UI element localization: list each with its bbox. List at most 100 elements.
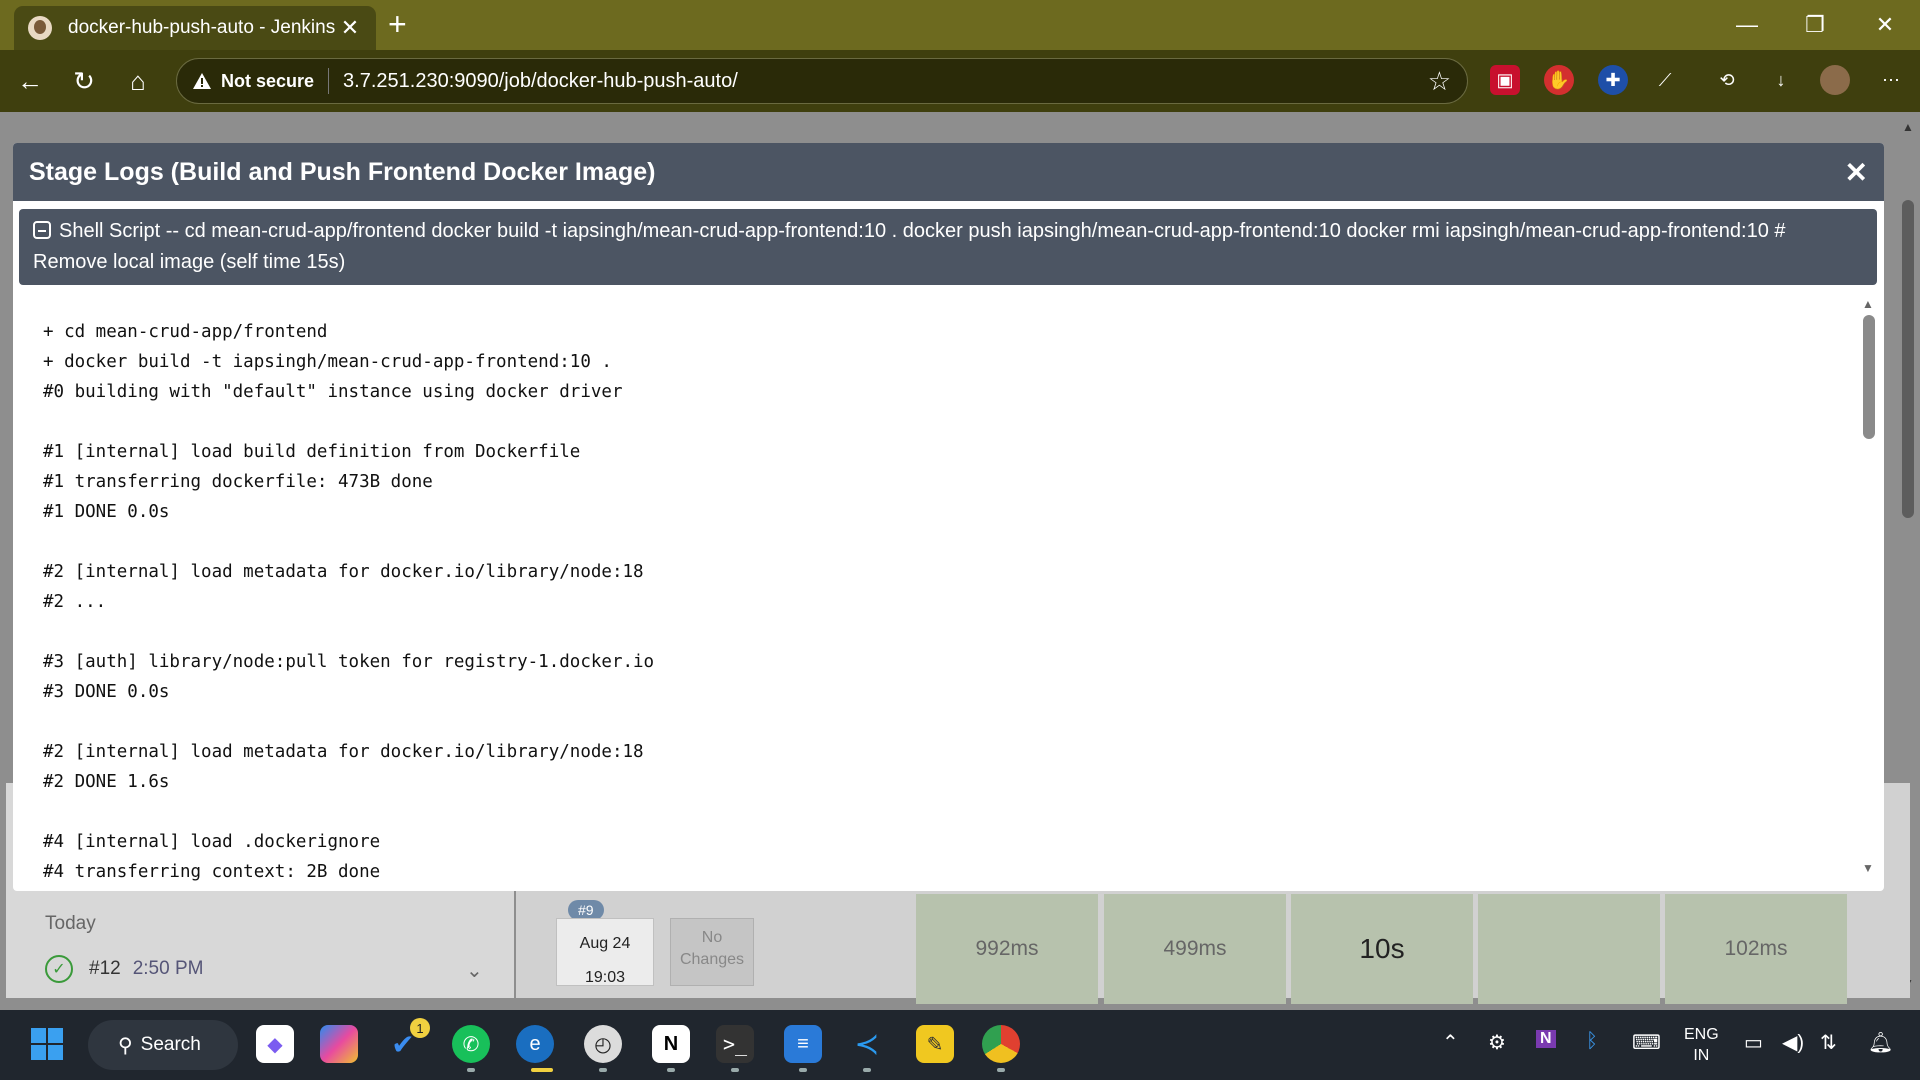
vscode-icon[interactable]: ≺	[848, 1025, 886, 1063]
adblock-extension-icon[interactable]: ✋	[1544, 65, 1574, 95]
edge-browser-icon[interactable]: e	[516, 1025, 554, 1063]
profile-avatar[interactable]	[1820, 65, 1850, 95]
stage-cell[interactable]: 102ms	[1665, 894, 1847, 1004]
jenkins-favicon-icon	[28, 16, 52, 40]
scroll-up-arrow-icon[interactable]: ▲	[1902, 120, 1914, 134]
log-line: #2 DONE 1.6s	[43, 772, 170, 792]
notifications-bell-icon[interactable]: 🔔︎	[1868, 1030, 1893, 1055]
run-badge[interactable]: #9	[568, 900, 604, 920]
stage-cell-active[interactable]: 10s	[1291, 894, 1473, 1004]
stage-logs-modal: Stage Logs (Build and Push Frontend Dock…	[13, 143, 1884, 891]
step-header[interactable]: Shell Script -- cd mean-crud-app/fronten…	[19, 209, 1877, 285]
running-indicator	[731, 1068, 739, 1072]
search-icon: ⚲	[118, 1034, 133, 1057]
tools-icon[interactable]: ⟋	[1650, 65, 1680, 95]
pocket-extension-icon[interactable]: ▣	[1490, 65, 1520, 95]
clickup-icon[interactable]: ◆	[256, 1025, 294, 1063]
tab-title: docker-hub-push-auto - Jenkins	[68, 17, 336, 38]
windows-start-icon[interactable]	[28, 1025, 66, 1063]
chrome-icon[interactable]	[982, 1025, 1020, 1063]
modal-title: Stage Logs (Build and Push Frontend Dock…	[29, 157, 656, 186]
stage-cell[interactable]: 499ms	[1104, 894, 1286, 1004]
chevron-up-icon[interactable]: ⌃	[1442, 1030, 1459, 1055]
new-tab-button[interactable]: +	[388, 8, 407, 40]
bluetooth-icon[interactable]: ᛒ	[1586, 1030, 1598, 1053]
onenote-icon[interactable]: N	[1536, 1030, 1556, 1048]
home-icon[interactable]: ⌂	[120, 63, 156, 99]
step-header-text: Shell Script -- cd mean-crud-app/fronten…	[33, 220, 1786, 273]
browser-tab[interactable]: docker-hub-push-auto - Jenkins ✕	[14, 6, 376, 50]
log-scrollbar[interactable]: ▲ ▼	[1860, 293, 1878, 883]
url-text[interactable]: 3.7.251.230:9090/job/docker-hub-push-aut…	[343, 70, 1428, 93]
download-icon[interactable]: ↓	[1766, 65, 1796, 95]
log-line: #2 [internal] load metadata for docker.i…	[43, 562, 644, 582]
phone-call-icon[interactable]: ✆	[452, 1025, 490, 1063]
page-scroll-thumb[interactable]	[1902, 200, 1914, 518]
success-check-icon: ✓	[45, 955, 73, 983]
log-line: #3 [auth] library/node:pull token for re…	[43, 652, 655, 672]
terminal-icon	[33, 221, 51, 239]
log-output: + cd mean-crud-app/frontend + docker buil…	[13, 293, 1861, 891]
language-indicator[interactable]: ENG IN	[1684, 1024, 1719, 1066]
build-time: 2:50 PM	[132, 958, 204, 979]
build-number[interactable]: #12	[89, 958, 121, 980]
log-line: + docker build -t iapsingh/mean-crud-app…	[43, 352, 612, 372]
minimize-button[interactable]: —	[1712, 0, 1782, 50]
sticky-notes-icon[interactable]: ✎	[916, 1025, 954, 1063]
terminal-app-icon[interactable]: >_	[716, 1025, 754, 1063]
log-line: + cd mean-crud-app/frontend	[43, 322, 328, 342]
log-scroll-down-arrow-icon[interactable]: ▼	[1862, 861, 1874, 875]
tab-close-icon[interactable]: ✕	[338, 15, 362, 41]
extension-puzzle-icon[interactable]: ✚	[1598, 65, 1628, 95]
history-icon[interactable]: ⟲	[1712, 65, 1742, 95]
restore-button[interactable]: ❐	[1780, 0, 1850, 50]
log-line: #0 building with "default" instance usin…	[43, 382, 623, 402]
warning-triangle-icon	[191, 71, 213, 91]
favorite-star-icon[interactable]: ☆	[1428, 66, 1451, 97]
log-scroll-up-arrow-icon[interactable]: ▲	[1862, 297, 1874, 311]
log-line: #2 [internal] load metadata for docker.i…	[43, 742, 644, 762]
back-arrow-icon[interactable]: ←	[12, 63, 48, 99]
divider	[328, 68, 330, 94]
log-line: #1 [internal] load build definition from…	[43, 442, 581, 462]
settings-gear-icon[interactable]: ⚙	[1488, 1030, 1506, 1055]
log-line: #4 transferring context: 2B done	[43, 862, 381, 882]
copilot-icon[interactable]	[320, 1025, 358, 1063]
network-icon[interactable]: ⇅	[1820, 1030, 1837, 1055]
build-history-row[interactable]: ✓ #12 2:50 PM	[45, 955, 203, 983]
log-line: #1 transferring dockerfile: 473B done	[43, 472, 433, 492]
taskbar-search[interactable]: ⚲ Search	[88, 1020, 238, 1070]
notion-icon[interactable]: N	[652, 1025, 690, 1063]
stage-cell[interactable]: 992ms	[916, 894, 1098, 1004]
clock-app-icon[interactable]: ◴	[584, 1025, 622, 1063]
log-scroll-thumb[interactable]	[1863, 315, 1875, 439]
notepad-icon[interactable]: ≡	[784, 1025, 822, 1063]
reload-icon[interactable]: ↻	[66, 63, 102, 99]
not-secure-label[interactable]: Not secure	[221, 71, 314, 92]
keyboard-icon[interactable]: ⌨	[1632, 1030, 1661, 1055]
display-icon[interactable]: ▭	[1744, 1030, 1763, 1055]
log-line: #1 DONE 0.0s	[43, 502, 170, 522]
address-bar[interactable]: Not secure 3.7.251.230:9090/job/docker-h…	[176, 58, 1468, 104]
running-indicator	[997, 1068, 1005, 1072]
volume-icon[interactable]: ◀)	[1782, 1030, 1804, 1055]
run-date: Aug 24	[579, 935, 631, 952]
running-indicator	[667, 1068, 675, 1072]
run-time: 19:03	[584, 969, 626, 986]
log-line: #4 [internal] load .dockerignore	[43, 832, 381, 852]
chevron-down-icon[interactable]: ⌄	[466, 958, 483, 983]
more-menu-icon[interactable]: ⋯	[1876, 65, 1906, 95]
stage-cell[interactable]	[1478, 894, 1660, 1004]
browser-toolbar: ← ↻ ⌂ Not secure 3.7.251.230:9090/job/do…	[0, 50, 1920, 112]
window-close-button[interactable]: ✕	[1850, 0, 1920, 50]
notification-badge: 1	[410, 1018, 430, 1038]
search-label: Search	[140, 1034, 201, 1055]
running-indicator	[467, 1068, 475, 1072]
browser-tab-strip: docker-hub-push-auto - Jenkins ✕ + — ❐ ✕	[0, 0, 1920, 50]
modal-close-button[interactable]: ✕	[1845, 156, 1868, 189]
